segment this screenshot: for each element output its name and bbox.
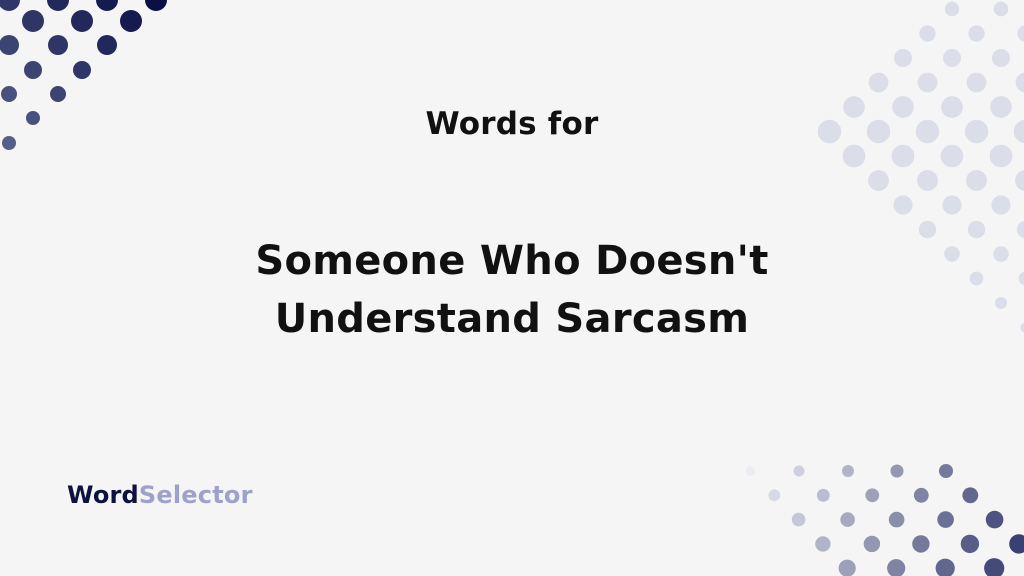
decor-dot bbox=[917, 170, 938, 191]
brand-logo-selector: Selector bbox=[138, 481, 253, 509]
decor-dot bbox=[47, 0, 69, 11]
brand-logo: WordSelector bbox=[67, 481, 253, 509]
decor-dot bbox=[791, 512, 806, 527]
decor-dot bbox=[966, 72, 987, 93]
decor-dot bbox=[991, 195, 1011, 215]
decor-dot bbox=[985, 510, 1004, 529]
decor-dot bbox=[888, 511, 905, 528]
decor-dot bbox=[893, 195, 913, 215]
decor-dot bbox=[893, 48, 913, 68]
brand-logo-word: Word bbox=[67, 481, 139, 509]
decor-dot bbox=[815, 536, 831, 552]
decor-dot bbox=[919, 25, 936, 42]
decor-dot bbox=[890, 464, 904, 478]
decor-dot bbox=[940, 144, 964, 168]
decor-dot bbox=[993, 1, 1009, 17]
decor-dot bbox=[22, 10, 44, 32]
decor-dot bbox=[840, 512, 855, 527]
decor-dot bbox=[97, 35, 117, 55]
page-title: Someone Who Doesn't Understand Sarcasm bbox=[0, 232, 1024, 348]
decor-dot bbox=[935, 558, 955, 576]
decor-dot bbox=[50, 86, 66, 102]
decor-dot bbox=[1015, 170, 1024, 191]
decor-dot bbox=[942, 195, 962, 215]
decor-dot bbox=[912, 535, 930, 553]
page-title-line-2: Understand Sarcasm bbox=[274, 296, 750, 342]
decor-dot bbox=[863, 535, 881, 553]
page-title-line-1: Someone Who Doesn't bbox=[255, 238, 769, 284]
decor-dot bbox=[989, 144, 1013, 168]
decor-dot bbox=[745, 466, 755, 476]
decor-dot bbox=[71, 10, 93, 32]
decor-dot bbox=[865, 488, 880, 503]
decor-dot bbox=[0, 35, 19, 55]
decor-dot bbox=[966, 170, 987, 191]
decor-dot bbox=[991, 48, 1011, 68]
decor-dot bbox=[793, 465, 805, 477]
decor-dot bbox=[1017, 25, 1024, 42]
decor-dot bbox=[1009, 534, 1024, 554]
decor-dot bbox=[96, 0, 118, 11]
decor-dot bbox=[1015, 72, 1024, 93]
subtitle: Words for bbox=[425, 106, 599, 142]
decor-dot bbox=[942, 48, 962, 68]
decor-dot bbox=[73, 61, 91, 79]
decor-dot bbox=[816, 488, 830, 502]
decor-dot bbox=[48, 35, 68, 55]
decor-dot bbox=[984, 558, 1005, 576]
decor-dot bbox=[842, 144, 866, 168]
decor-dot bbox=[0, 0, 20, 11]
decor-dot bbox=[868, 72, 889, 93]
decor-dot bbox=[768, 489, 781, 502]
decor-dot bbox=[968, 25, 985, 42]
decor-dot bbox=[145, 0, 167, 11]
decor-dot bbox=[891, 144, 915, 168]
decor-dot bbox=[1, 86, 17, 102]
decor-dot bbox=[917, 72, 938, 93]
decor-dot bbox=[939, 464, 953, 478]
decor-dot bbox=[960, 534, 980, 554]
decor-dot bbox=[120, 10, 142, 32]
decor-dot bbox=[838, 559, 856, 576]
decor-dot bbox=[944, 1, 960, 17]
decor-dot bbox=[842, 465, 854, 477]
decor-dot bbox=[913, 487, 929, 503]
decor-dot bbox=[887, 559, 906, 576]
decor-dot bbox=[868, 170, 889, 191]
bottom-right-dot-pattern bbox=[745, 464, 1024, 576]
decor-dot bbox=[962, 487, 979, 504]
decor-dot bbox=[937, 511, 954, 528]
decor-dot bbox=[24, 61, 42, 79]
